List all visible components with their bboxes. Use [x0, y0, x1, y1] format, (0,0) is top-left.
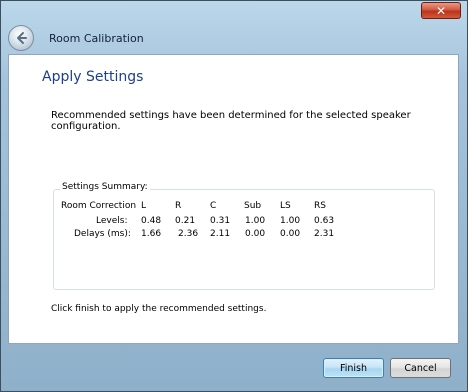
title-bar: ✕ [1, 1, 467, 23]
delay-value: 1.66 [141, 229, 162, 239]
delay-value: 2.11 [210, 229, 231, 239]
channel-header: Sub [244, 201, 262, 211]
channel-header: R [175, 201, 182, 211]
level-value: 1.00 [245, 216, 266, 226]
wizard-content-panel: Apply Settings Recommended settings have… [8, 54, 459, 344]
room-calibration-window: ✕ Room Calibration Apply Settings Recomm… [0, 0, 468, 392]
levels-label: Levels: [96, 216, 128, 226]
delay-value: 0.00 [245, 229, 266, 239]
delay-value: 2.31 [314, 229, 335, 239]
delay-value: 0.00 [280, 229, 301, 239]
delays-label: Delays (ms): [74, 229, 131, 239]
footer-instruction: Click finish to apply the recommended se… [51, 304, 267, 314]
page-description: Recommended settings have been determine… [51, 110, 411, 132]
close-icon: ✕ [435, 3, 447, 18]
channel-header: LS [280, 201, 291, 211]
level-value: 0.21 [175, 216, 196, 226]
level-value: 0.48 [141, 216, 162, 226]
cancel-button[interactable]: Cancel [390, 358, 451, 378]
delay-value: 2.36 [178, 229, 199, 239]
back-button[interactable] [8, 25, 34, 51]
wizard-title: Room Calibration [49, 32, 144, 45]
channel-header: RS [314, 201, 326, 211]
back-arrow-icon [17, 32, 27, 44]
level-value: 0.63 [314, 216, 335, 226]
page-heading: Apply Settings [42, 69, 144, 85]
settings-summary-label: Settings Summary: [60, 182, 150, 192]
close-button[interactable]: ✕ [421, 2, 461, 19]
level-value: 0.31 [210, 216, 231, 226]
channel-header: L [141, 201, 147, 211]
room-correction-label: Room Correction [61, 201, 137, 211]
finish-button[interactable]: Finish [323, 358, 384, 378]
navigation-bar: Room Calibration [1, 23, 467, 53]
level-value: 1.00 [280, 216, 301, 226]
channel-header: C [210, 201, 217, 211]
